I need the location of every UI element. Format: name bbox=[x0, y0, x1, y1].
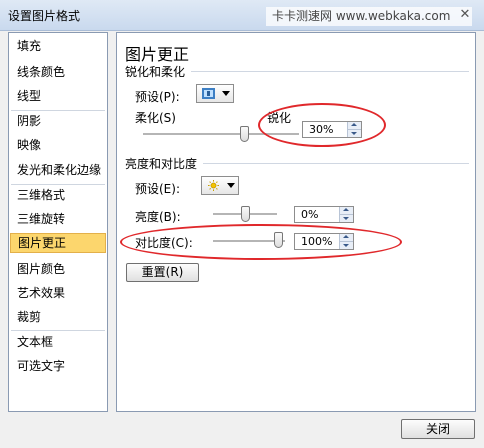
spin-up-icon[interactable] bbox=[339, 234, 353, 241]
sidebar-item-text-box[interactable]: 文本框 bbox=[10, 332, 106, 352]
sun-icon bbox=[208, 180, 219, 191]
brightness-preset-dropdown[interactable] bbox=[201, 176, 239, 195]
sidebar-item-3d-rotation[interactable]: 三维旋转 bbox=[10, 209, 106, 229]
page-title: 图片更正 bbox=[125, 45, 190, 64]
sidebar-item-alt-text[interactable]: 可选文字 bbox=[10, 356, 106, 376]
settings-panel: 图片更正 锐化和柔化 预设(P): 柔化(S) 锐化 30% 亮度和对比度 预设… bbox=[116, 32, 476, 412]
brightness-group-title: 亮度和对比度 bbox=[125, 157, 198, 171]
brightness-value: 0% bbox=[301, 208, 319, 221]
spin-up-icon[interactable] bbox=[347, 122, 361, 129]
sidebar-separator bbox=[11, 330, 105, 331]
contrast-value-stepper[interactable]: 100% bbox=[294, 233, 354, 250]
sharpen-label: 锐化 bbox=[267, 111, 292, 125]
brightness-preset-label: 预设(E): bbox=[135, 182, 180, 196]
sidebar-item-glow[interactable]: 发光和柔化边缘 bbox=[10, 160, 106, 180]
contrast-slider-thumb[interactable] bbox=[273, 232, 283, 248]
sharpen-group-title: 锐化和柔化 bbox=[125, 65, 186, 79]
sidebar-item-shadow[interactable]: 阴影 bbox=[10, 111, 106, 131]
brightness-value-stepper[interactable]: 0% bbox=[294, 206, 354, 223]
sidebar-item-picture-color[interactable]: 图片颜色 bbox=[10, 259, 106, 279]
spin-down-icon[interactable] bbox=[339, 214, 353, 222]
sidebar-item-reflection[interactable]: 映像 bbox=[10, 135, 106, 155]
sidebar-item-3d-format[interactable]: 三维格式 bbox=[10, 185, 106, 205]
sharpen-slider-track[interactable] bbox=[143, 133, 299, 136]
sidebar-item-crop[interactable]: 裁剪 bbox=[10, 307, 106, 327]
sharpen-preset-dropdown[interactable] bbox=[196, 84, 234, 103]
reset-button[interactable]: 重置(R) bbox=[126, 263, 199, 282]
contrast-value: 100% bbox=[301, 235, 333, 248]
sidebar-item-artistic-effects[interactable]: 艺术效果 bbox=[10, 283, 106, 303]
sidebar-item-picture-corrections[interactable]: 图片更正 bbox=[10, 233, 106, 253]
sharpen-preset-label: 预设(P): bbox=[135, 90, 180, 104]
close-button[interactable]: 关闭 bbox=[401, 419, 475, 439]
sharpen-value-stepper[interactable]: 30% bbox=[302, 121, 362, 138]
chevron-down-icon bbox=[222, 91, 230, 96]
window-close-icon[interactable]: ✕ bbox=[452, 6, 478, 24]
sharpen-value: 30% bbox=[309, 123, 334, 136]
contrast-label: 对比度(C): bbox=[135, 236, 193, 250]
spin-up-icon[interactable] bbox=[339, 207, 353, 214]
sidebar-item-line-style[interactable]: 线型 bbox=[10, 86, 106, 106]
soften-label: 柔化(S) bbox=[135, 111, 176, 125]
sharpen-slider-thumb[interactable] bbox=[240, 126, 250, 142]
sidebar-item-line-color[interactable]: 线条颜色 bbox=[10, 62, 106, 82]
chevron-down-icon bbox=[227, 183, 235, 188]
sidebar-item-fill[interactable]: 填充 bbox=[10, 36, 106, 56]
group-divider bbox=[191, 71, 469, 72]
watermark: 卡卡测速网 www.webkaka.com bbox=[266, 7, 472, 26]
spin-down-icon[interactable] bbox=[347, 129, 361, 137]
sharpen-preset-icon bbox=[202, 88, 215, 99]
window-title: 设置图片格式 bbox=[8, 9, 81, 23]
category-list: 填充 线条颜色 线型 阴影 映像 发光和柔化边缘 三维格式 三维旋转 图片更正 … bbox=[8, 32, 108, 412]
brightness-label: 亮度(B): bbox=[135, 210, 181, 224]
brightness-slider-thumb[interactable] bbox=[241, 206, 250, 222]
spin-down-icon[interactable] bbox=[339, 241, 353, 249]
group-divider bbox=[203, 163, 469, 164]
